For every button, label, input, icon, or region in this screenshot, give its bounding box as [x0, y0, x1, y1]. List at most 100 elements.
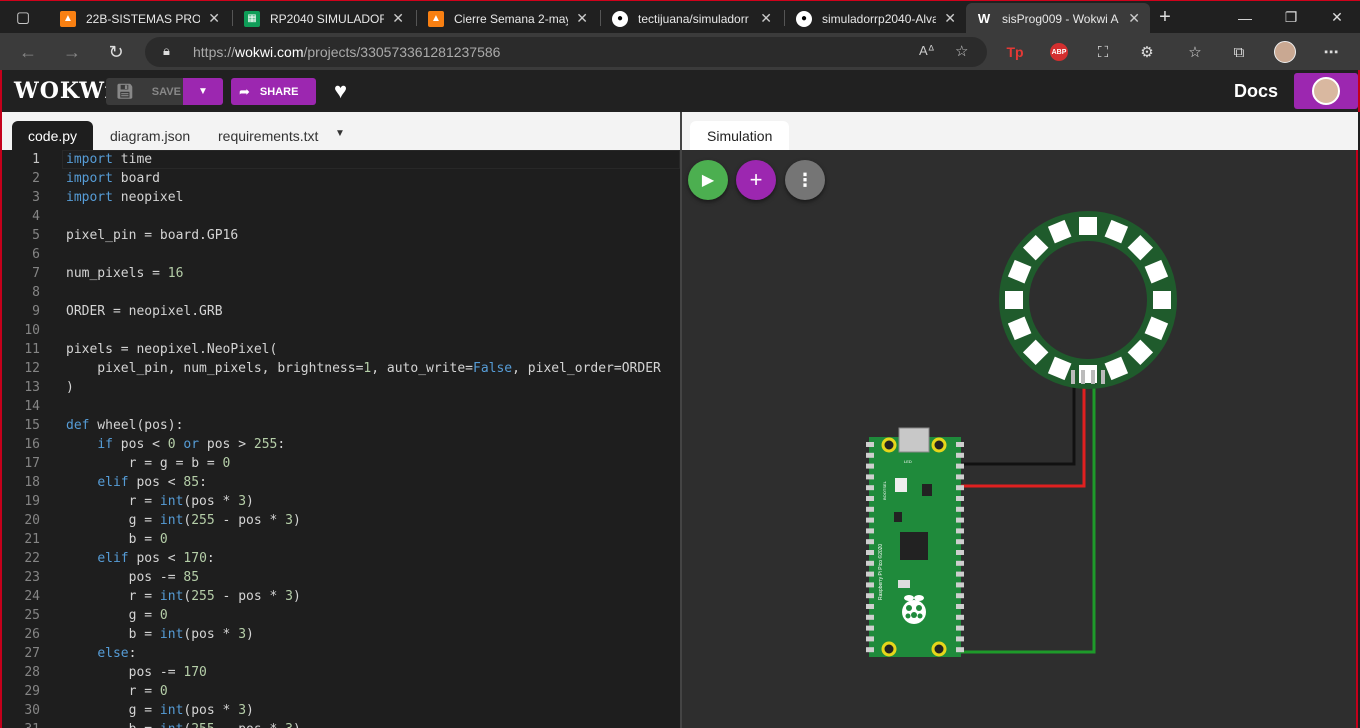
code-line[interactable]: import neopixel: [66, 190, 183, 205]
pico-pin[interactable]: [866, 496, 874, 501]
code-line[interactable]: b = 0: [66, 532, 168, 547]
pico-pin[interactable]: [866, 636, 874, 642]
read-aloud-icon[interactable]: Aᐞ: [919, 43, 935, 59]
pico-pin[interactable]: [866, 517, 874, 523]
close-tab-icon[interactable]: ✕: [944, 10, 956, 27]
neopixel-ring[interactable]: [999, 211, 1177, 389]
code-line[interactable]: r = int(pos * 3): [66, 494, 254, 509]
pico-pin[interactable]: [866, 474, 874, 480]
save-button[interactable]: 💾︎ SAVE: [106, 78, 183, 105]
pico-pin[interactable]: [956, 647, 964, 653]
code-line[interactable]: ORDER = neopixel.GRB: [66, 304, 223, 319]
pico-pin[interactable]: [956, 474, 964, 480]
pico-pin[interactable]: [866, 560, 874, 566]
docs-link[interactable]: Docs: [1234, 81, 1278, 102]
pico-pin[interactable]: [866, 506, 874, 512]
extension-tp-icon[interactable]: Tp: [1004, 41, 1026, 63]
wire-black[interactable]: [955, 384, 1076, 466]
share-button[interactable]: ➦ SHARE: [231, 78, 316, 105]
code-line[interactable]: g = 0: [66, 608, 168, 623]
address-bar[interactable]: 🔒︎ https://wokwi.com/projects/3305733612…: [145, 37, 987, 67]
wire-red[interactable]: [955, 384, 1086, 488]
save-dropdown-button[interactable]: ▼: [183, 78, 223, 105]
pico-pin[interactable]: [866, 625, 874, 631]
code-line[interactable]: else:: [66, 646, 136, 661]
pico-pin[interactable]: [866, 539, 874, 545]
pico-pin[interactable]: [956, 528, 964, 534]
pico-pin[interactable]: [866, 463, 874, 469]
pico-pin[interactable]: [956, 463, 964, 469]
more-options-button[interactable]: ⋮: [785, 160, 825, 200]
adblock-icon[interactable]: ABP: [1048, 41, 1070, 63]
url-text[interactable]: https://wokwi.com/projects/3305733612812…: [193, 44, 500, 60]
bootsel-button[interactable]: [895, 478, 907, 492]
pico-pin[interactable]: [956, 496, 964, 501]
browser-tab[interactable]: ▲ Cierre Semana 2-may ✕: [418, 3, 598, 34]
pico-pin[interactable]: [956, 604, 964, 609]
code-line[interactable]: pixel_pin, num_pixels, brightness=1, aut…: [66, 361, 661, 376]
pico-pin[interactable]: [866, 614, 874, 620]
code-line[interactable]: pixel_pin = board.GP16: [66, 228, 238, 243]
favorites-icon[interactable]: ☆: [1184, 41, 1206, 63]
pico-pin[interactable]: [956, 593, 964, 599]
code-line[interactable]: ): [66, 380, 74, 395]
browser-tab[interactable]: ▦ RP2040 SIMULADOR Y ✕: [234, 3, 414, 34]
code-line[interactable]: pos -= 170: [66, 665, 207, 680]
pico-pin[interactable]: [866, 550, 874, 555]
code-line[interactable]: pos -= 85: [66, 570, 199, 585]
pico-pin[interactable]: [956, 636, 964, 642]
pico-pin[interactable]: [866, 571, 874, 577]
pico-pin[interactable]: [956, 582, 964, 588]
code-line[interactable]: def wheel(pos):: [66, 418, 183, 433]
user-menu-button[interactable]: [1294, 73, 1358, 109]
forward-icon[interactable]: →: [58, 38, 86, 66]
pico-pin[interactable]: [866, 485, 874, 491]
profile-avatar[interactable]: [1274, 41, 1296, 63]
code-line[interactable]: num_pixels = 16: [66, 266, 183, 281]
pico-pin[interactable]: [956, 614, 964, 620]
pico-pin[interactable]: [956, 571, 964, 577]
tab-requirements-txt[interactable]: requirements.txt: [202, 121, 334, 150]
pico-pin[interactable]: [956, 506, 964, 512]
simulation-canvas[interactable]: Raspberry Pi Pico ©2020 BOOTSEL LED: [682, 112, 1358, 728]
pico-pin[interactable]: [956, 442, 964, 447]
code-line[interactable]: r = 0: [66, 684, 168, 699]
close-tab-icon[interactable]: ✕: [208, 10, 220, 27]
raspberry-pi-pico-board[interactable]: Raspberry Pi Pico ©2020 BOOTSEL LED: [866, 427, 964, 657]
new-tab-icon[interactable]: +: [1142, 1, 1188, 34]
code-line[interactable]: r = int(255 - pos * 3): [66, 589, 301, 604]
code-line[interactable]: pixels = neopixel.NeoPixel(: [66, 342, 277, 357]
close-tab-icon[interactable]: ✕: [392, 10, 404, 27]
more-menu-icon[interactable]: ⋯: [1320, 41, 1342, 63]
tab-code-py[interactable]: code.py: [12, 121, 94, 150]
pico-pin[interactable]: [956, 539, 964, 545]
add-favorite-icon[interactable]: ☆: [955, 42, 968, 60]
browser-tab[interactable]: ● simuladorrp2040-Alva ✕: [786, 3, 966, 34]
pico-pin[interactable]: [866, 528, 874, 534]
pico-pin[interactable]: [866, 452, 874, 458]
wokwi-logo[interactable]: WOKWi: [14, 78, 114, 104]
start-simulation-button[interactable]: ▶: [688, 160, 728, 200]
tab-actions-icon[interactable]: ▢: [12, 6, 34, 28]
maximize-icon[interactable]: ❐: [1268, 1, 1314, 34]
browser-tab-active[interactable]: W sisProg009 - Wokwi A ✕: [966, 3, 1150, 34]
pico-pin[interactable]: [956, 625, 964, 631]
code-line[interactable]: g = int(255 - pos * 3): [66, 513, 301, 528]
pico-pin[interactable]: [866, 593, 874, 599]
extensions-icon[interactable]: ⚙: [1136, 41, 1158, 63]
close-tab-icon[interactable]: ✕: [760, 10, 772, 27]
pico-pin[interactable]: [866, 442, 874, 447]
pico-pin[interactable]: [956, 517, 964, 523]
code-line[interactable]: import board: [66, 171, 160, 186]
pico-pin[interactable]: [956, 452, 964, 458]
heart-icon[interactable]: ♥: [334, 78, 347, 104]
browser-tab[interactable]: ▲ 22B-SISTEMAS PROGR ✕: [50, 3, 230, 34]
screenshot-icon[interactable]: ⛶: [1092, 41, 1114, 63]
pico-pin[interactable]: [866, 604, 874, 609]
code-line[interactable]: elif pos < 170:: [66, 551, 214, 566]
code-line[interactable]: b = int(pos * 3): [66, 627, 254, 642]
collections-icon[interactable]: ⧉: [1228, 41, 1250, 63]
tabs-dropdown-icon[interactable]: ▼: [335, 128, 345, 139]
code-line[interactable]: r = g = b = 0: [66, 456, 231, 471]
pico-pin[interactable]: [866, 582, 874, 588]
